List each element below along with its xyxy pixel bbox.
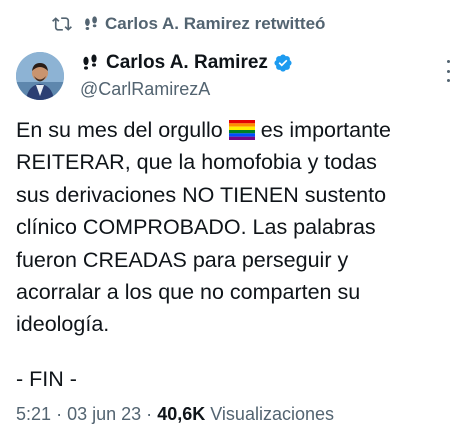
meta-separator: · <box>56 404 63 424</box>
dot <box>446 79 450 82</box>
author-name[interactable]: Carlos A. Ramirez <box>80 52 293 74</box>
footprints-icon <box>83 54 97 70</box>
dot <box>446 69 450 73</box>
dot <box>446 60 450 63</box>
views-label: Visualizaciones <box>210 404 334 424</box>
footprints-icon <box>85 16 97 30</box>
author-name-label: Carlos A. Ramirez <box>106 52 268 73</box>
tweet-text: En su mes del orgullo es importante REIT… <box>16 114 461 341</box>
verified-badge-icon[interactable] <box>273 53 293 73</box>
retweet-label: Carlos A. Ramirez retwitteó <box>105 14 326 33</box>
tweet-text-part-2: es importante REITERAR, que la homofobia… <box>16 118 391 337</box>
avatar[interactable] <box>16 52 64 100</box>
meta-separator: · <box>146 404 153 424</box>
tweet-meta: 5:21 · 03 jun 23 · 40,6K Visualizaciones <box>16 404 334 425</box>
retweet-indicator[interactable]: Carlos A. Ramirez retwitteó <box>52 14 325 34</box>
tweet-closing: - FIN - <box>16 367 77 391</box>
more-options-button[interactable] <box>442 60 454 82</box>
rainbow-flag-icon <box>228 120 255 140</box>
author-handle[interactable]: @CarlRamirezA <box>80 79 210 100</box>
tweet-date[interactable]: 03 jun 23 <box>67 404 141 424</box>
tweet-text-part-1: En su mes del orgullo <box>16 118 229 142</box>
views-count[interactable]: 40,6K <box>157 404 205 424</box>
tweet-time[interactable]: 5:21 <box>16 404 51 424</box>
retweet-icon <box>52 17 72 31</box>
